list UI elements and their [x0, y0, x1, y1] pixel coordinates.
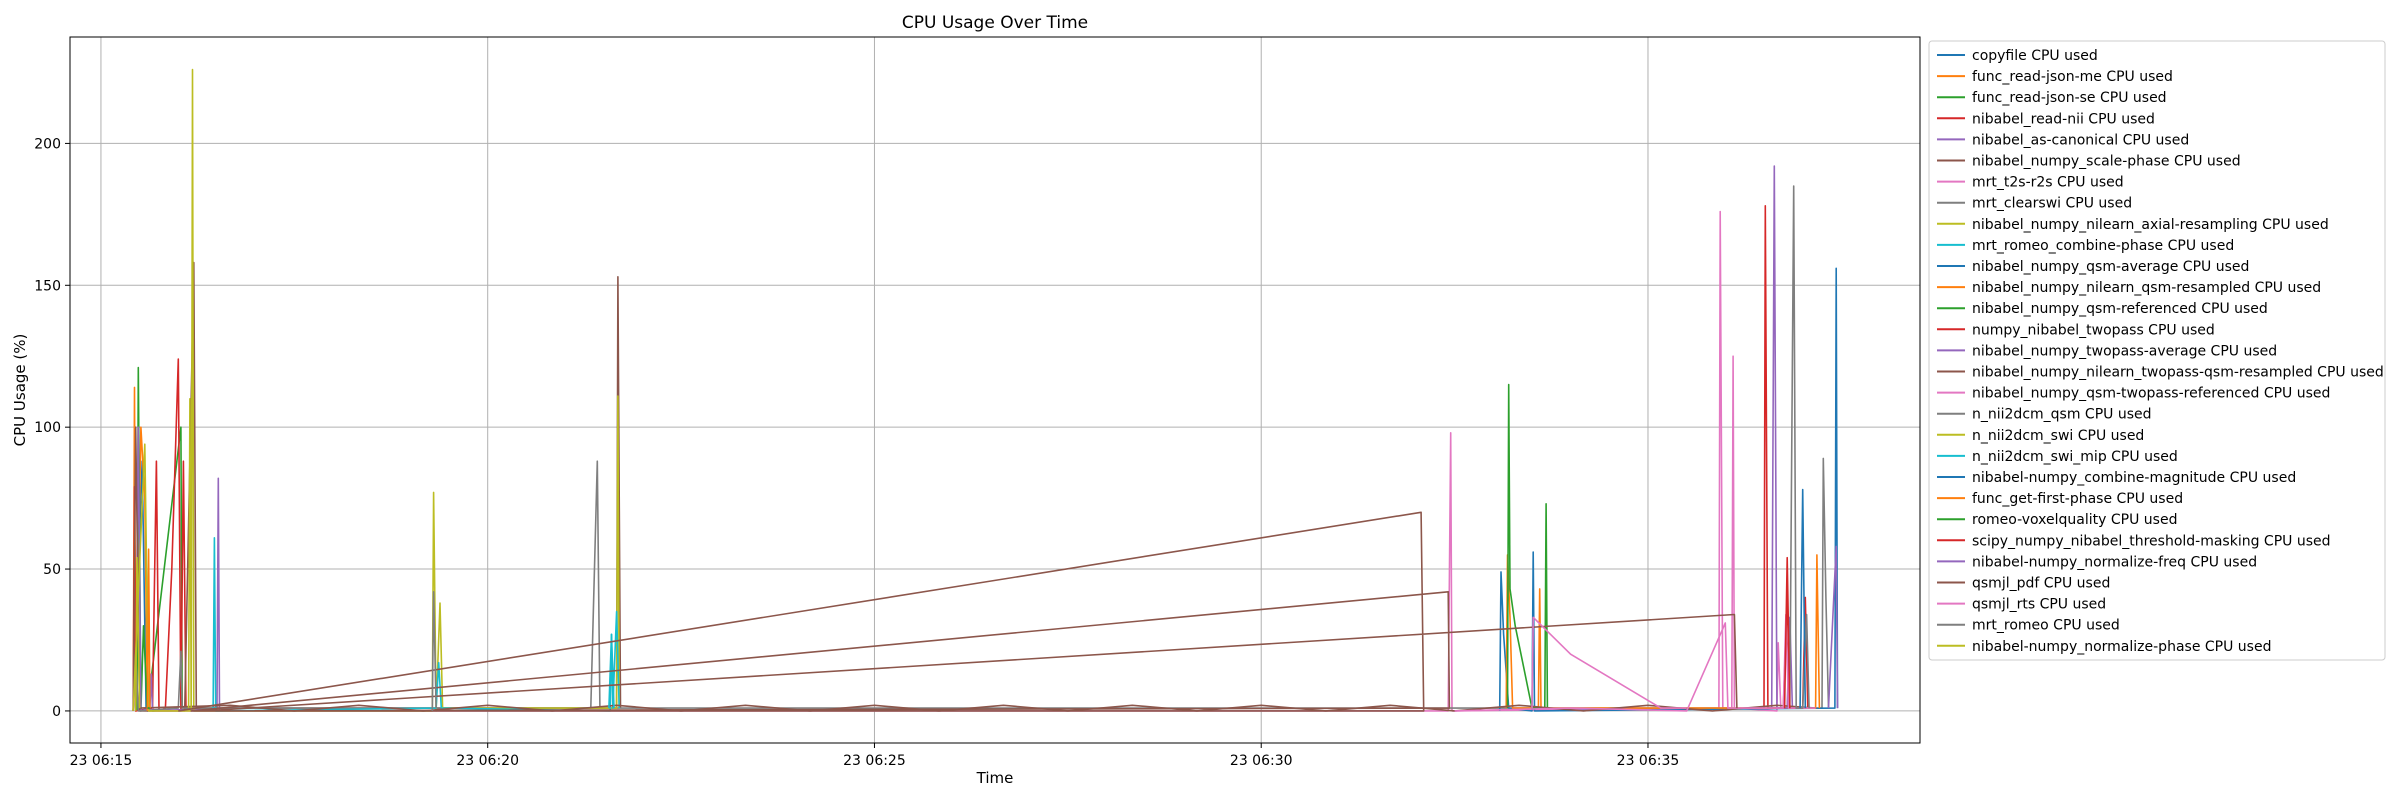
legend-entry: nibabel_numpy_scale-phase CPU used: [1972, 154, 2241, 170]
legend-entry: mrt_romeo CPU used: [1972, 618, 2120, 634]
y-tick-label: 200: [34, 136, 61, 152]
legend-entry: nibabel_numpy_nilearn_axial-resampling C…: [1972, 217, 2329, 233]
legend-entry: nibabel_numpy_qsm-twopass-referenced CPU…: [1972, 386, 2330, 402]
legend-entry: mrt_t2s-r2s CPU used: [1972, 175, 2124, 191]
legend-entry: numpy_nibabel_twopass CPU used: [1972, 322, 2215, 338]
legend-entry: nibabel_numpy_twopass-average CPU used: [1972, 343, 2277, 359]
legend-entry: n_nii2dcm_qsm CPU used: [1972, 407, 2152, 423]
chart-title: CPU Usage Over Time: [902, 13, 1088, 33]
x-tick-label: 23 06:15: [70, 753, 133, 769]
legend-entry: nibabel-numpy_normalize-freq CPU used: [1972, 554, 2257, 570]
x-axis-label: Time: [976, 769, 1014, 787]
legend-entry: qsmjl_rts CPU used: [1972, 597, 2106, 613]
legend-entry: nibabel_as-canonical CPU used: [1972, 132, 2189, 148]
legend-entry: mrt_clearswi CPU used: [1972, 196, 2132, 212]
legend-entry: nibabel-numpy_combine-magnitude CPU used: [1972, 470, 2296, 486]
legend-entry: romeo-voxelquality CPU used: [1972, 512, 2177, 528]
legend-entry: func_read-json-se CPU used: [1972, 90, 2167, 106]
y-tick-label: 0: [52, 704, 61, 720]
legend-entry: n_nii2dcm_swi CPU used: [1972, 428, 2144, 444]
legend-entry: n_nii2dcm_swi_mip CPU used: [1972, 449, 2178, 465]
legend-entry: nibabel_numpy_nilearn_qsm-resampled CPU …: [1972, 280, 2321, 296]
legend-entry: nibabel_numpy_qsm-average CPU used: [1972, 259, 2249, 275]
legend-entry: nibabel_numpy_qsm-referenced CPU used: [1972, 301, 2268, 317]
y-axis-label: CPU Usage (%): [11, 334, 29, 447]
legend-entry: mrt_romeo_combine-phase CPU used: [1972, 238, 2234, 254]
legend-entry: nibabel_read-nii CPU used: [1972, 111, 2155, 127]
y-tick-label: 100: [34, 420, 61, 436]
legend-entry: func_get-first-phase CPU used: [1972, 491, 2183, 507]
legend-entry: nibabel_numpy_nilearn_twopass-qsm-resamp…: [1972, 365, 2384, 381]
legend-entry: copyfile CPU used: [1972, 48, 2098, 64]
y-tick-label: 150: [34, 278, 61, 294]
x-tick-label: 23 06:20: [456, 753, 519, 769]
legend-entry: func_read-json-me CPU used: [1972, 69, 2173, 85]
legend: copyfile CPU used func_read-json-me CPU u…: [1928, 40, 2386, 661]
cpu-usage-chart: 23 06:15 23 06:20 23 06:25 23 06:30 23 06:35…: [0, 0, 2400, 800]
x-tick-label: 23 06:30: [1230, 753, 1293, 769]
legend-entry: qsmjl_pdf CPU used: [1972, 576, 2110, 592]
y-tick-label: 50: [43, 562, 61, 578]
legend-entry: scipy_numpy_nibabel_threshold-masking CP…: [1972, 533, 2331, 549]
x-tick-label: 23 06:35: [1617, 753, 1680, 769]
legend-entry: nibabel-numpy_normalize-phase CPU used: [1972, 639, 2271, 655]
x-tick-label: 23 06:25: [843, 753, 906, 769]
